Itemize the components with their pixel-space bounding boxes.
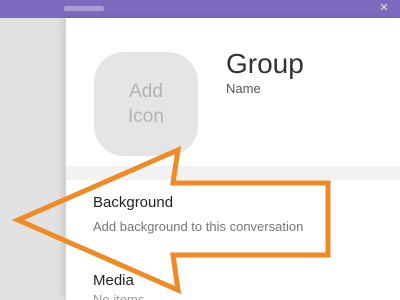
section-divider — [66, 166, 400, 180]
group-title[interactable]: Group — [226, 48, 304, 80]
conversation-info-panel: Add Icon Group Name Background Add backg… — [66, 18, 400, 300]
top-app-bar: ✕ — [0, 0, 400, 18]
media-setting-title: Media — [93, 272, 134, 289]
add-icon-button[interactable]: Add Icon — [94, 52, 198, 156]
app-bar-title — [64, 6, 104, 11]
background-pane — [0, 18, 66, 300]
close-icon[interactable]: ✕ — [378, 2, 390, 14]
media-setting-row[interactable]: Media No items — [66, 266, 400, 300]
group-header-section: Add Icon Group Name — [66, 18, 400, 166]
add-icon-label: Add Icon — [128, 81, 164, 127]
background-setting-description: Add background to this conversation — [93, 219, 304, 234]
background-setting-row[interactable]: Background Add background to this conver… — [66, 180, 400, 258]
group-name-label: Name — [226, 81, 261, 96]
media-setting-description: No items — [93, 292, 145, 300]
screen: ✕ Add Icon Group Name Background Add bac… — [0, 0, 400, 300]
background-setting-title: Background — [93, 194, 174, 211]
